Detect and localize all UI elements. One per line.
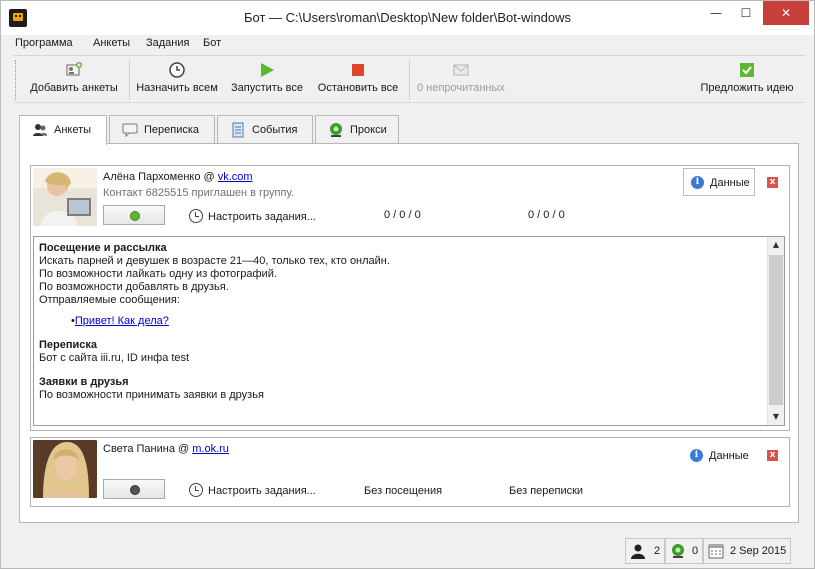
visits-line: Искать парней и девушек в возрасте 21—40… xyxy=(39,255,390,267)
calendar-icon xyxy=(708,544,724,559)
play-icon xyxy=(261,63,274,77)
network-link[interactable]: vk.com xyxy=(218,171,253,183)
scroll-up-arrow[interactable]: ▲ xyxy=(768,237,784,253)
network-link[interactable]: m.ok.ru xyxy=(192,443,229,455)
visits-title: Посещение и рассылка xyxy=(39,242,167,254)
profile-name: Света Панина @ m.ok.ru xyxy=(103,443,229,455)
info-icon: i xyxy=(691,176,704,189)
users-icon xyxy=(631,544,645,559)
maximize-button[interactable]: ☐ xyxy=(731,1,761,25)
stop-all-label: Остановить все xyxy=(317,82,399,94)
tab-chat[interactable]: Переписка xyxy=(109,115,215,143)
menu-bar: Программа Анкеты Задания Бот xyxy=(1,35,814,53)
proxy-icon xyxy=(330,123,342,137)
data-button[interactable]: i Данные xyxy=(683,442,755,470)
visit-stats: 0 / 0 / 0 xyxy=(384,209,421,221)
menu-profiles[interactable]: Анкеты xyxy=(93,37,130,49)
profile-status: Контакт 6825515 приглашен в группу. xyxy=(103,187,294,199)
minimize-button[interactable]: — xyxy=(701,1,731,25)
chat-title: Переписка xyxy=(39,339,98,351)
close-button[interactable]: ✕ xyxy=(763,1,809,25)
add-profiles-button[interactable]: Добавить анкеты xyxy=(25,60,123,100)
profiles-panel: Алёна Пархоменко @ vk.com Контакт 682551… xyxy=(19,143,799,523)
visit-stats: Без посещения xyxy=(364,485,443,497)
start-all-label: Запустить все xyxy=(231,82,303,94)
date-cell: 2 Sep 2015 xyxy=(703,538,791,564)
avatar xyxy=(33,440,97,498)
profile-name: Алёна Пархоменко @ vk.com xyxy=(103,171,253,183)
tab-events-label: События xyxy=(252,124,298,136)
mail-icon xyxy=(453,64,469,76)
proxy-icon xyxy=(672,544,684,558)
users-count: 2 xyxy=(625,538,665,564)
status-led xyxy=(130,211,140,221)
friends-text: По возможности принимать заявки в друзья xyxy=(39,389,264,401)
tab-events[interactable]: События xyxy=(217,115,313,143)
clock-icon xyxy=(189,209,203,223)
data-button[interactable]: i Данные xyxy=(683,168,755,196)
idea-icon xyxy=(740,63,754,77)
tab-profiles[interactable]: Анкеты xyxy=(19,115,107,145)
stop-icon xyxy=(352,64,364,76)
avatar xyxy=(33,168,97,226)
assign-all-button[interactable]: Назначить всем xyxy=(135,60,219,100)
details-scrollbar[interactable]: ▲ ▼ xyxy=(767,237,784,425)
visits-line: Отправляемые сообщения: xyxy=(39,294,180,306)
visits-line: По возможности добавлять в друзья. xyxy=(39,281,229,293)
stop-all-button[interactable]: Остановить все xyxy=(315,60,401,100)
menu-tasks[interactable]: Задания xyxy=(146,37,189,49)
profile-card-sveta: Света Панина @ m.ok.ru Настроить задания… xyxy=(30,437,790,507)
profile-card-alena: Алёна Пархоменко @ vk.com Контакт 682551… xyxy=(30,165,790,431)
tab-proxy-label: Прокси xyxy=(350,124,387,136)
run-toggle[interactable] xyxy=(103,205,165,225)
suggest-idea-label: Предложить идею xyxy=(700,82,794,94)
menu-bot[interactable]: Бот xyxy=(203,37,221,49)
chat-text: Бот с сайта iii.ru, ID инфа test xyxy=(39,352,190,364)
scroll-thumb[interactable] xyxy=(769,255,783,405)
clock-icon xyxy=(169,62,185,78)
scroll-down-arrow[interactable]: ▼ xyxy=(768,409,784,425)
run-toggle[interactable] xyxy=(103,479,165,499)
clock-icon xyxy=(189,483,203,497)
add-profile-icon xyxy=(66,62,82,76)
message-link[interactable]: Привет! Как дела? xyxy=(75,315,169,327)
unread-label: 0 непрочитанных xyxy=(417,82,505,94)
toolbar-grip[interactable] xyxy=(15,60,18,100)
friends-title: Заявки в друзья xyxy=(39,376,129,388)
online-count: 0 xyxy=(665,538,703,564)
add-profiles-label: Добавить анкеты xyxy=(30,82,118,94)
visits-line: По возможности лайкать одну из фотографи… xyxy=(39,268,277,280)
chat-stats: 0 / 0 / 0 xyxy=(528,209,565,221)
configure-tasks-link[interactable]: Настроить задания... xyxy=(189,209,316,223)
app-window: Бот — C:\Users\roman\Desktop\New folder\… xyxy=(0,0,815,569)
message-item: •Привет! Как дела? xyxy=(71,315,169,327)
info-icon: i xyxy=(690,449,703,462)
tab-bar: Анкеты Переписка События Прокси xyxy=(19,115,799,145)
toolbar: Добавить анкеты Назначить всем Запустить… xyxy=(13,55,805,103)
delete-profile-button[interactable]: x xyxy=(767,450,778,461)
start-all-button[interactable]: Запустить все xyxy=(227,60,307,100)
chat-icon xyxy=(122,123,138,138)
chat-stats: Без переписки xyxy=(509,485,584,497)
tab-chat-label: Переписка xyxy=(144,124,200,136)
title-bar[interactable]: Бот — C:\Users\roman\Desktop\New folder\… xyxy=(1,1,814,35)
assign-all-label: Назначить всем xyxy=(136,82,218,94)
delete-profile-button[interactable]: x xyxy=(767,177,778,188)
tab-proxy[interactable]: Прокси xyxy=(315,115,399,143)
tab-profiles-label: Анкеты xyxy=(54,124,92,136)
status-led xyxy=(130,485,140,495)
menu-program[interactable]: Программа xyxy=(15,37,73,49)
unread-button[interactable]: 0 непрочитанных xyxy=(415,60,507,100)
status-bar: 2 0 2 Sep 2015 xyxy=(1,534,814,568)
suggest-idea-button[interactable]: Предложить идею xyxy=(697,60,797,100)
configure-tasks-link[interactable]: Настроить задания... xyxy=(189,483,316,497)
task-details: Посещение и рассылка Искать парней и дев… xyxy=(33,236,785,426)
users-icon xyxy=(33,124,47,136)
events-icon xyxy=(232,122,244,138)
window-title: Бот — C:\Users\roman\Desktop\New folder\… xyxy=(243,10,572,25)
